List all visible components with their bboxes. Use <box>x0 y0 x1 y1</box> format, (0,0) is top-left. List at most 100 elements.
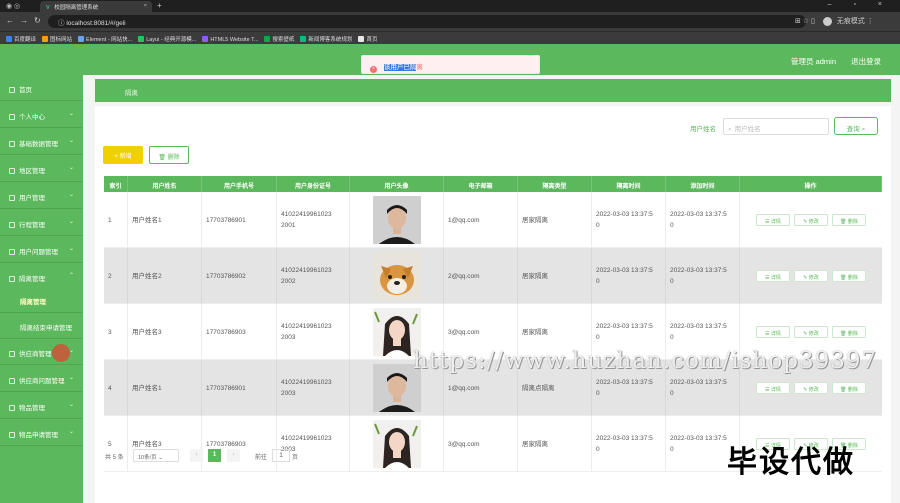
detail-button-label: 详情 <box>770 219 781 225</box>
bookmark-item[interactable]: Layui - 经典开源模... <box>138 35 196 43</box>
bookmark-icon <box>264 36 271 42</box>
chevron-up-icon: ⌃ <box>68 273 74 279</box>
batch-delete-button[interactable]: 🗑 删除 <box>149 146 189 164</box>
isolation-type: 居家隔离 <box>518 248 592 304</box>
bookmark-item[interactable]: 搜索壁纸 <box>264 35 294 43</box>
bookmark-label: Layui - 经典开源模... <box>146 37 197 43</box>
detail-button[interactable]: ☰ 详情 <box>756 270 790 282</box>
search-button[interactable]: 查询 ⌕ <box>834 117 878 135</box>
next-page-button[interactable]: › <box>227 449 240 462</box>
more-menu-icon[interactable]: ⋮ <box>867 18 874 25</box>
edit-button[interactable]: ✎ 修改 <box>794 214 828 226</box>
logout-link[interactable]: 退出登录 <box>851 56 881 67</box>
user-phone-text: 17703786901 <box>206 216 246 224</box>
edit-button[interactable]: ✎ 修改 <box>794 326 828 338</box>
bookmark-label: 搜索壁纸 <box>272 37 295 43</box>
sidebar-item[interactable]: 物品管理 ⌄ <box>0 393 83 419</box>
bookmark-item[interactable]: 首页 <box>358 35 377 43</box>
bookmark-icon <box>6 36 12 42</box>
column-header: 隔离类型 <box>518 176 592 192</box>
sidebar-item[interactable]: 首页 <box>0 75 83 101</box>
sidebar-item-label: 物品管理 <box>19 405 45 412</box>
user-phone: 17703786903 <box>202 304 277 360</box>
bookmark-label: 新闻博客系统规划 <box>308 37 353 43</box>
url-input[interactable]: ⓘ localhost:8081/#/geli <box>48 15 806 28</box>
page-size-select[interactable]: 10条/页 ⌄ <box>133 449 179 462</box>
mouse-cursor-highlight <box>52 344 70 362</box>
bookmark-item[interactable]: 百度翻译 <box>6 35 36 43</box>
sidebar-item-label: 物品申请管理 <box>19 432 58 439</box>
search-input[interactable]: ⌕ 用户姓名 <box>723 118 829 135</box>
search-icon: ⌕ <box>861 126 866 133</box>
user-email: 3@qq.com <box>444 416 518 472</box>
error-toast: × 该用户已隔离 <box>361 55 540 74</box>
user-name-text: 用户姓名1 <box>132 216 162 224</box>
row-index-text: 1 <box>108 216 112 224</box>
sidebar-item[interactable]: 个人中心 ⌄ <box>0 102 83 128</box>
isolation-type-text: 居家隔离 <box>522 328 548 336</box>
sidebar-item[interactable]: 物品申请管理 ⌄ <box>0 420 83 446</box>
delete-button[interactable]: 🗑 删除 <box>832 270 866 282</box>
bookmark-item[interactable]: HTML5 Website T... <box>202 36 258 43</box>
sidebar-item-label: 供应商问题管理 <box>19 378 65 385</box>
edit-button-label: 修改 <box>808 275 819 281</box>
extensions-icon[interactable]: ⊞ ☆ ▯ <box>795 18 815 25</box>
menu-icon <box>9 432 15 438</box>
sidebar-item-label: 行程管理 <box>19 222 45 229</box>
column-header: 电子邮箱 <box>444 176 518 192</box>
sidebar-item[interactable]: 用户管理 ⌄ <box>0 183 83 209</box>
sidebar-item-label: 隔离管理 <box>19 276 45 283</box>
sidebar-item[interactable]: 地区管理 ⌄ <box>0 156 83 182</box>
profile-avatar[interactable] <box>822 16 832 26</box>
forward-icon[interactable]: → <box>20 16 34 25</box>
row-index-text: 4 <box>108 384 112 392</box>
bookmark-item[interactable]: Element - 网站快... <box>78 35 132 43</box>
edit-button[interactable]: ✎ 修改 <box>794 270 828 282</box>
sidebar-item[interactable]: 供应商问题管理 ⌄ <box>0 366 83 392</box>
add-time-text: 2022-03-03 13:37:5 0 <box>670 435 727 453</box>
sidebar-item[interactable]: 行程管理 ⌄ <box>0 210 83 236</box>
delete-button[interactable]: 🗑 删除 <box>832 326 866 338</box>
window-controls[interactable]: – ▫ × <box>828 1 892 8</box>
chevron-down-icon: ⌄ <box>68 429 74 435</box>
browser-tab[interactable]: V 校园隔离管理系统 × <box>40 1 152 12</box>
add-time: 2022-03-03 13:37:5 0 <box>666 248 740 304</box>
edit-button[interactable]: ✎ 修改 <box>794 382 828 394</box>
row-index: 3 <box>104 304 128 360</box>
delete-button-label: 删除 <box>167 155 180 161</box>
sidebar-subitem[interactable]: 隔离管理 <box>0 287 83 313</box>
delete-button[interactable]: 🗑 删除 <box>832 214 866 226</box>
detail-button[interactable]: ☰ 详情 <box>756 326 790 338</box>
delete-button-label: 删除 <box>847 219 858 225</box>
bookmark-item[interactable]: 图标网站 <box>42 35 72 43</box>
sidebar-item[interactable]: 供应商管理 ⌄ <box>0 339 83 365</box>
delete-icon: 🗑 <box>840 219 848 225</box>
user-idcard-text: 41022419961023 2003 <box>281 323 332 341</box>
isolation-type-text: 居家隔离 <box>522 272 548 280</box>
bookmark-item[interactable]: 新闻博客系统规划 <box>300 35 352 43</box>
detail-button[interactable]: ☰ 详情 <box>756 382 790 394</box>
add-button[interactable]: + 新增 <box>103 146 143 164</box>
user-email: 1@qq.com <box>444 192 518 248</box>
isolation-time: 2022-03-03 13:37:5 0 <box>592 416 666 472</box>
prev-page-button[interactable]: ‹ <box>190 449 203 462</box>
detail-button[interactable]: ☰ 详情 <box>756 214 790 226</box>
sidebar-subitem[interactable]: 隔离结束申请管理 <box>0 313 83 339</box>
sidebar-item[interactable]: 用户问题管理 ⌄ <box>0 237 83 263</box>
sidebar-item-label: 供应商管理 <box>19 351 52 358</box>
sidebar-item[interactable]: 基础数据管理 ⌄ <box>0 129 83 155</box>
nav-buttons[interactable]: ←→↻ <box>6 16 47 25</box>
current-page[interactable]: 1 <box>208 449 221 462</box>
delete-icon: 🗑 <box>840 275 848 281</box>
new-tab-button[interactable]: + <box>157 1 162 10</box>
close-tab-icon[interactable]: × <box>144 3 147 9</box>
add-button-label: 新增 <box>119 154 132 160</box>
user-idcard-text: 41022419961023 2001 <box>281 211 332 229</box>
reload-icon[interactable]: ↻ <box>34 16 47 25</box>
admin-label: 管理员 admin <box>791 57 837 66</box>
sidebar-item-label: 隔离结束申请管理 <box>20 325 72 332</box>
delete-button[interactable]: 🗑 删除 <box>832 382 866 394</box>
goto-page-input[interactable]: 1 <box>272 449 290 462</box>
bookmark-label: Element - 网站快... <box>86 37 133 43</box>
back-icon[interactable]: ← <box>6 16 20 25</box>
